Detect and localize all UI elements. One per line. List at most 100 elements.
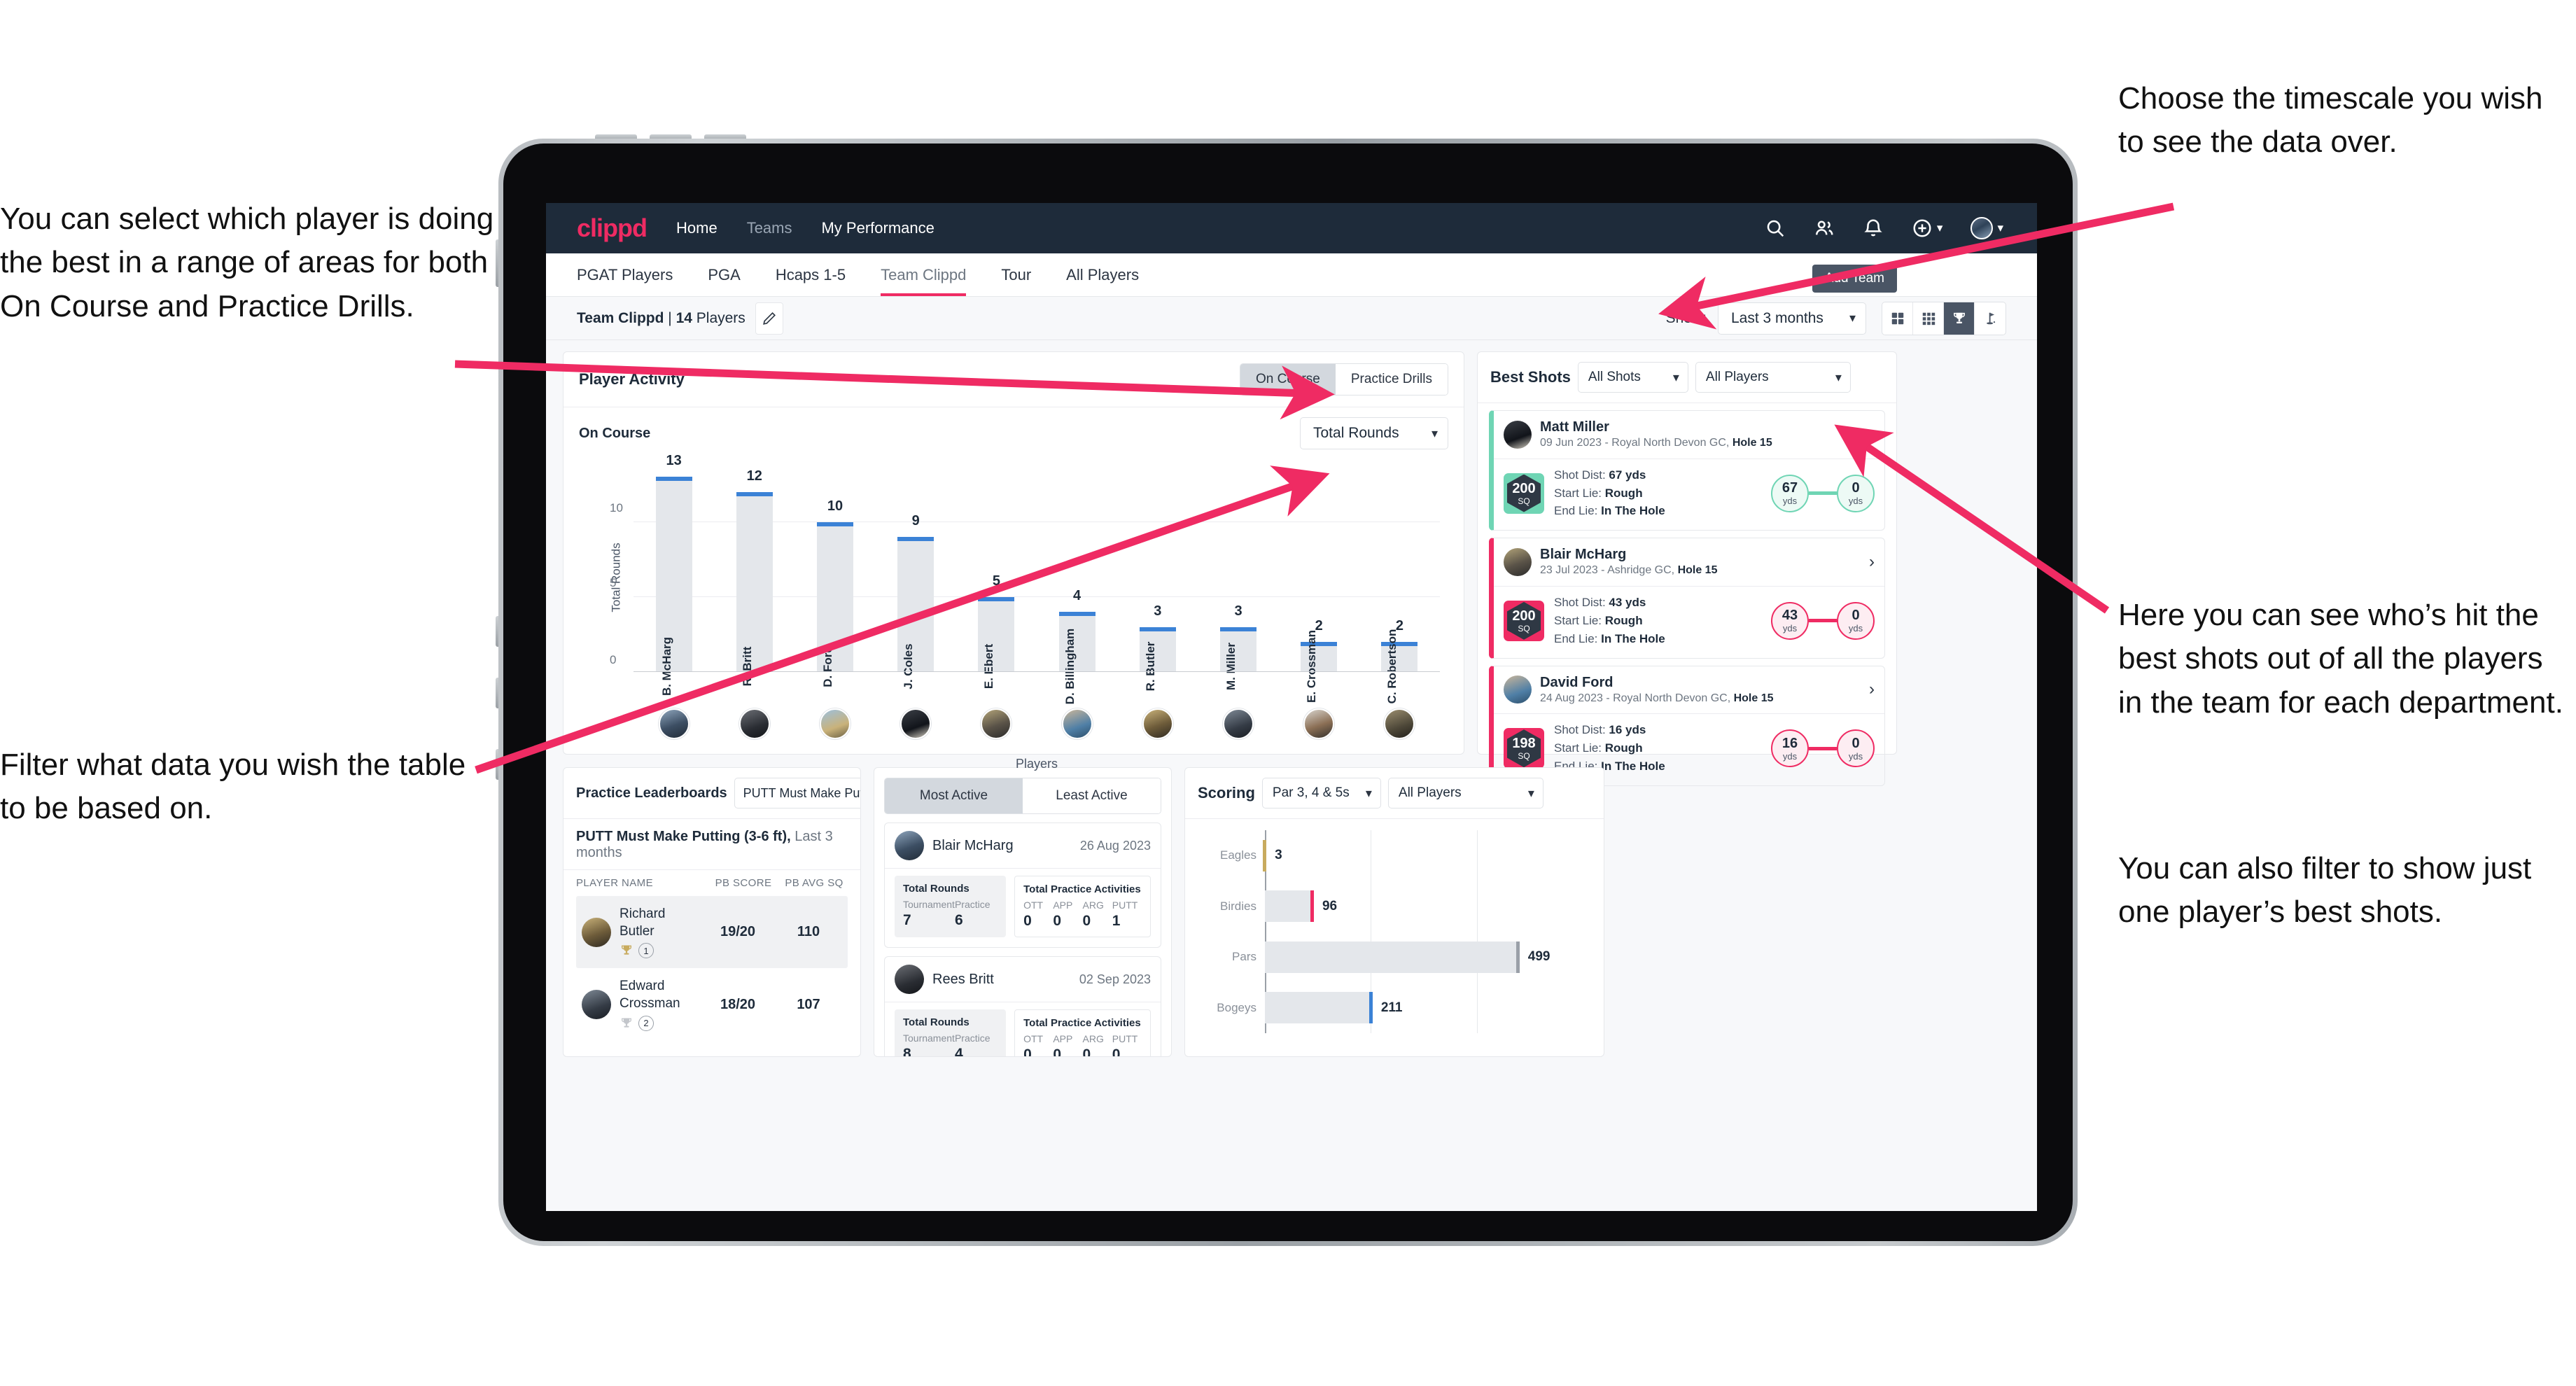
- chart-avatar-slot: [794, 708, 875, 739]
- avatar[interactable]: [738, 708, 770, 739]
- chart-bar-slot[interactable]: 5 E. Ebert: [956, 462, 1037, 689]
- leaderboard-rank: 1: [620, 943, 701, 959]
- avatar[interactable]: [981, 708, 1012, 739]
- practice-drill-select[interactable]: PUTT Must Make Putting ... ▾: [734, 778, 860, 808]
- tab-team-clippd[interactable]: Team Clippd: [881, 253, 967, 296]
- plus-circle-menu[interactable]: ▾: [1912, 218, 1942, 239]
- tab-pgat-players[interactable]: PGAT Players: [577, 253, 673, 296]
- scoring-par-select[interactable]: Par 3, 4 & 5s ▾: [1261, 778, 1381, 808]
- scoring-row[interactable]: Bogeys 211: [1217, 983, 1581, 1034]
- chevron-right-icon[interactable]: ›: [1869, 552, 1875, 572]
- chart-bar[interactable]: 10 D. Ford: [817, 498, 853, 687]
- chart-bar-slot[interactable]: 3 R. Butler: [1117, 462, 1198, 691]
- chart-bar[interactable]: 5 E. Ebert: [978, 573, 1015, 689]
- avatar[interactable]: [1970, 217, 1994, 239]
- scoring-row[interactable]: Pars 499: [1232, 932, 1581, 983]
- segment-practice-drills[interactable]: Practice Drills: [1335, 364, 1448, 395]
- best-shots-shot-filter-value: All Shots: [1588, 370, 1641, 384]
- scoring-row[interactable]: Eagles 3: [1220, 830, 1581, 881]
- avatar[interactable]: [658, 708, 690, 739]
- chart-bar[interactable]: 9 J. Coles: [897, 513, 934, 690]
- practice-column-label: ARG: [1082, 1033, 1104, 1044]
- tab-hcaps-1-5[interactable]: Hcaps 1-5: [776, 253, 846, 296]
- leaderboard-player-cell: Richard Butler 1: [582, 906, 701, 959]
- best-shot-card[interactable]: Matt Miller 09 Jun 2023 - Royal North Dev…: [1489, 410, 1885, 531]
- avatar[interactable]: [1061, 708, 1093, 739]
- chart-bar-slot[interactable]: 2 E. Crossman: [1279, 462, 1359, 703]
- chart-bar-slot[interactable]: 10 D. Ford: [794, 462, 875, 687]
- scoring-player-select[interactable]: All Players ▾: [1387, 778, 1544, 808]
- chart-bar[interactable]: 12 R. Britt: [736, 468, 773, 686]
- chart-bar-slot[interactable]: 9 J. Coles: [876, 462, 956, 690]
- best-shots-shot-filter[interactable]: All Shots ▾: [1577, 362, 1688, 393]
- flag-icon: [1987, 312, 1996, 324]
- divider: [1185, 818, 1604, 819]
- nav-link-teams[interactable]: Teams: [747, 219, 792, 237]
- chart-bar-slot[interactable]: 4 D. Billingham: [1037, 462, 1117, 704]
- activity-date: 26 Aug 2023: [1079, 838, 1151, 853]
- activity-feed-card[interactable]: Rees Britt 02 Sep 2023 Total Rounds Tournam…: [884, 956, 1161, 1056]
- plus-circle-icon[interactable]: [1912, 218, 1933, 239]
- edit-team-button[interactable]: [755, 302, 783, 335]
- activity-feed-card[interactable]: Blair McHarg 26 Aug 2023 Total Rounds Tourn…: [884, 822, 1161, 948]
- search-icon[interactable]: [1765, 218, 1786, 239]
- best-shot-card[interactable]: Blair McHarg 23 Jul 2023 - Ashridge GC, H…: [1489, 538, 1885, 659]
- tab-all-players[interactable]: All Players: [1066, 253, 1139, 296]
- chart-bar[interactable]: 13 B. McHarg: [655, 453, 692, 696]
- account-menu[interactable]: ▾: [1970, 217, 2003, 239]
- scoring-bar: [1263, 839, 1267, 872]
- avatar[interactable]: [1303, 708, 1335, 739]
- scoring-plot-area: Eagles 3 Birdies 96 Pars 499 Bogeys 211: [1217, 830, 1581, 1034]
- chevron-right-icon[interactable]: ›: [1869, 680, 1875, 699]
- nav-link-my-performance[interactable]: My Performance: [821, 219, 934, 237]
- activity-metric-select[interactable]: Total Rounds ▾: [1300, 417, 1448, 449]
- chart-bar[interactable]: 4 D. Billingham: [1058, 588, 1096, 704]
- tab-most-active[interactable]: Most Active: [885, 778, 1023, 813]
- practice-column-value: 0: [1053, 913, 1062, 929]
- tab-least-active[interactable]: Least Active: [1023, 778, 1161, 813]
- chart-bar-category: R. Butler: [1143, 641, 1157, 692]
- trophy-icon-button[interactable]: [1944, 302, 1975, 335]
- people-icon[interactable]: [1814, 218, 1835, 239]
- avatar[interactable]: [1223, 708, 1254, 739]
- total-practice-box: Total Practice Activities OTT 0 APP 0 ARG 0 PUT…: [1014, 876, 1151, 937]
- chart-bar[interactable]: 2 C. Robertson: [1381, 618, 1418, 704]
- avatar[interactable]: [1384, 708, 1415, 739]
- dashboard-row-bottom: Practice Leaderboards PUTT Must Make Put…: [563, 767, 2020, 1057]
- segment-on-course[interactable]: On Course: [1240, 364, 1336, 395]
- grid-small-icon-button[interactable]: [1913, 302, 1944, 335]
- grid-large-icon-button[interactable]: [1882, 302, 1913, 335]
- chart-bar[interactable]: 2 E. Crossman: [1301, 618, 1338, 703]
- shot-end-unit: yds: [1848, 623, 1863, 634]
- table-row[interactable]: Richard Butler 1 19/20 110: [576, 896, 848, 969]
- leaderboard-player-name: Richard Butler: [620, 906, 666, 939]
- scoring-row[interactable]: Birdies 96: [1220, 881, 1581, 932]
- clippd-logo[interactable]: clippd: [577, 214, 648, 243]
- chart-bar[interactable]: 3 M. Miller: [1220, 603, 1257, 690]
- rounds-column: Tournament 8: [903, 1032, 955, 1056]
- chevron-right-icon[interactable]: ›: [1869, 425, 1875, 444]
- bell-icon[interactable]: [1863, 218, 1884, 239]
- activity-player-name: Rees Britt: [932, 971, 994, 987]
- avatar[interactable]: [900, 708, 932, 739]
- chart-bar-slot[interactable]: 3 M. Miller: [1198, 462, 1278, 690]
- flag-icon-button[interactable]: [1975, 302, 2005, 335]
- tab-tour[interactable]: Tour: [1001, 253, 1031, 296]
- avatar[interactable]: [820, 708, 850, 739]
- chart-bar-value: 9: [911, 513, 920, 529]
- nav-link-home[interactable]: Home: [676, 219, 718, 237]
- avatar: [1504, 548, 1532, 577]
- chart-bar-slot[interactable]: 13 B. McHarg: [634, 453, 714, 696]
- timescale-select[interactable]: Last 3 months ▾: [1718, 302, 1866, 335]
- chart-bar-slot[interactable]: 2 C. Robertson: [1359, 462, 1440, 704]
- table-row[interactable]: Edward Crossman 2 18/20 107: [576, 968, 848, 1040]
- practice-column: APP 0: [1053, 1033, 1082, 1056]
- scoring-bar-tip: [1263, 839, 1267, 872]
- tab-pga[interactable]: PGA: [708, 253, 740, 296]
- avatar[interactable]: [1142, 708, 1173, 739]
- best-shots-player-filter[interactable]: All Players ▾: [1695, 362, 1851, 393]
- chart-bar[interactable]: 3 R. Butler: [1139, 603, 1176, 691]
- chevron-down-icon: ▾: [1365, 785, 1372, 800]
- chart-bar-cap: [655, 477, 692, 482]
- chart-bar-slot[interactable]: 12 R. Britt: [714, 462, 794, 686]
